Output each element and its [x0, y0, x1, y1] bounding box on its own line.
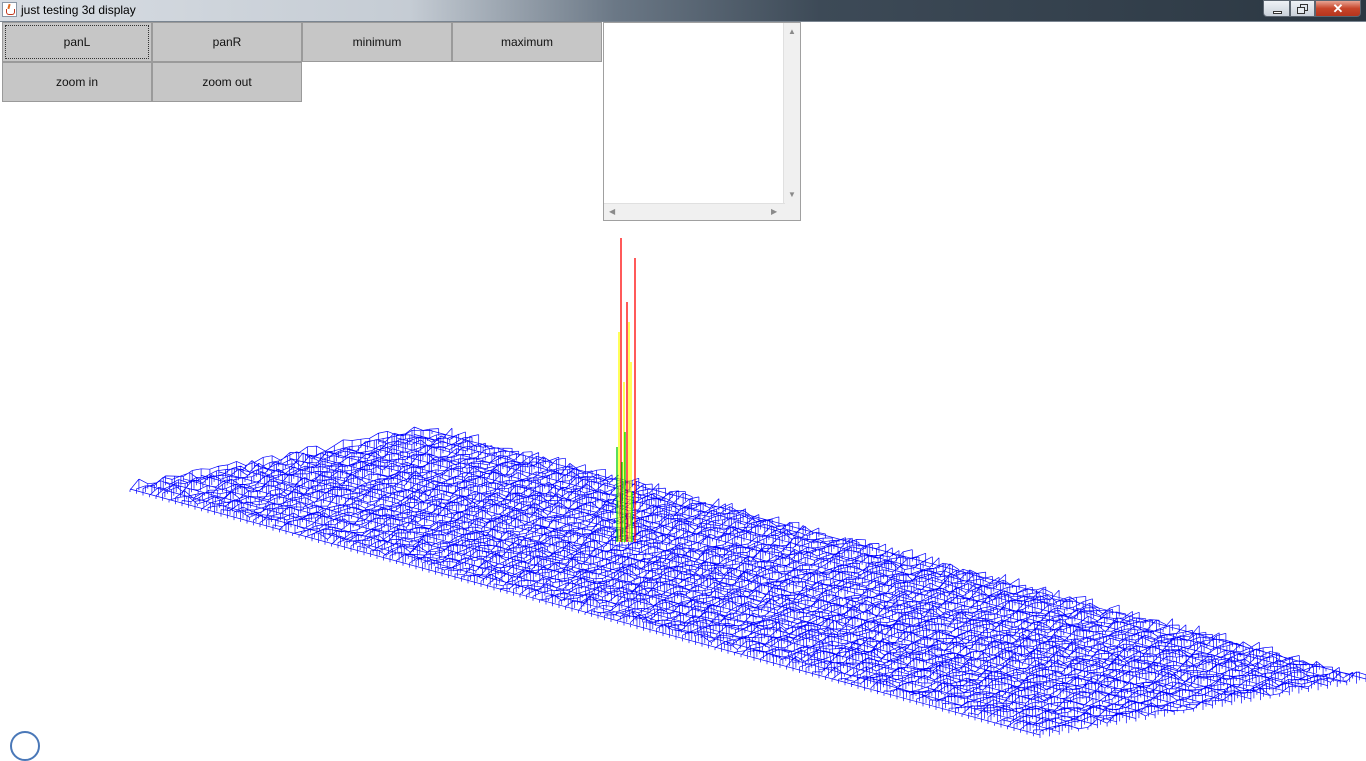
scroll-right-icon[interactable]: ▶	[771, 208, 777, 216]
scroll-left-icon[interactable]: ◀	[609, 208, 615, 216]
peak-spikes	[616, 238, 636, 542]
window-controls: ✕	[1263, 0, 1361, 19]
java-app-icon	[2, 2, 17, 17]
window-title: just testing 3d display	[21, 3, 136, 17]
scroll-up-icon[interactable]: ▲	[788, 28, 796, 36]
minimize-button[interactable]	[1263, 0, 1290, 17]
surface-lines	[129, 426, 1366, 738]
close-button[interactable]: ✕	[1315, 0, 1361, 17]
minimum-button[interactable]: minimum	[302, 22, 452, 62]
maximum-button[interactable]: maximum	[452, 22, 602, 62]
info-scroll-panel[interactable]: ▲ ▼ ◀ ▶	[603, 22, 801, 221]
taskbar-orb-icon	[10, 731, 40, 761]
scrollbar-corner	[784, 204, 800, 220]
restore-button[interactable]	[1290, 0, 1315, 17]
panr-button[interactable]: panR	[152, 22, 302, 62]
zoom-out-button[interactable]: zoom out	[152, 62, 302, 102]
surface-mesh	[129, 426, 1366, 738]
horizontal-scrollbar[interactable]: ◀ ▶	[604, 203, 785, 220]
zoom-in-button[interactable]: zoom in	[2, 62, 152, 102]
panl-button[interactable]: panL	[2, 22, 152, 62]
scroll-down-icon[interactable]: ▼	[788, 191, 796, 199]
3d-surface-plot[interactable]	[0, 222, 1366, 738]
vertical-scrollbar[interactable]: ▲ ▼	[783, 23, 800, 205]
close-icon: ✕	[1332, 1, 1344, 16]
title-bar: just testing 3d display ✕	[0, 0, 1366, 22]
